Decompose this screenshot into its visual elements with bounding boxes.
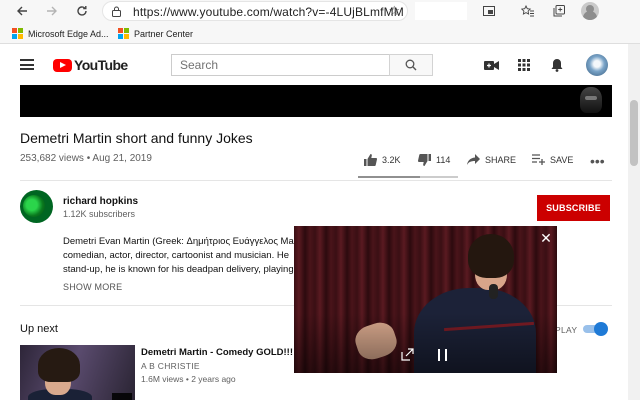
apps-grid-icon[interactable] — [516, 57, 532, 73]
bookmark-label: Partner Center — [134, 28, 194, 39]
favorite-star-icon[interactable]: ☆ — [388, 3, 400, 19]
video-meta: 253,682 views • Aug 21, 2019 — [20, 153, 152, 164]
extension-area — [415, 2, 467, 20]
search-input[interactable] — [172, 55, 389, 75]
add-to-playlist-icon — [532, 154, 545, 165]
youtube-header: YouTube — [0, 44, 628, 85]
save-button[interactable]: SAVE — [532, 154, 573, 165]
thumbs-up-icon — [364, 154, 377, 166]
description-line: Demetri Evan Martin (Greek: Δημήτριος Ευ… — [63, 236, 294, 247]
duration-badge — [112, 393, 132, 400]
like-button[interactable]: 3.2K — [364, 154, 401, 166]
video-title: Demetri Martin short and funny Jokes — [20, 130, 253, 146]
recommended-video-channel[interactable]: A B CHRISTIE — [141, 361, 200, 371]
youtube-logo-text: YouTube — [74, 57, 128, 73]
microsoft-logo-icon — [118, 28, 129, 39]
bookmark-partner-center[interactable]: Partner Center — [118, 26, 193, 41]
recommended-video-title[interactable]: Demetri Martin - Comedy GOLD!!! — [141, 347, 293, 358]
thumbs-down-icon — [418, 154, 431, 166]
profile-icon[interactable] — [581, 2, 599, 20]
like-count: 3.2K — [382, 155, 401, 165]
up-next-heading: Up next — [20, 323, 58, 335]
more-actions-icon[interactable]: ••• — [590, 153, 605, 169]
browser-window: https://www.youtube.com/watch?v=-4LUjBLm… — [0, 0, 640, 400]
autoplay-label: PLAY — [555, 325, 578, 335]
address-bar[interactable]: https://www.youtube.com/watch?v=-4LUjBLm… — [102, 1, 408, 21]
divider — [20, 180, 612, 181]
controls-shade — [294, 313, 557, 373]
video-description: Demetri Evan Martin (Greek: Δημήτριος Ευ… — [63, 235, 303, 277]
thumbnail-figure-hair — [38, 348, 80, 382]
expand-icon[interactable] — [401, 348, 414, 361]
share-label: SHARE — [485, 154, 517, 165]
performer-hair — [468, 234, 514, 278]
channel-name[interactable]: richard hopkins — [63, 196, 138, 207]
dislike-button[interactable]: 114 — [418, 154, 450, 166]
back-arrow-icon[interactable] — [12, 2, 32, 20]
search-box — [171, 54, 390, 76]
save-label: SAVE — [550, 154, 574, 165]
video-player[interactable] — [20, 85, 612, 117]
mini-player[interactable]: ✕ — [294, 226, 557, 373]
subscribe-button[interactable]: SUBSCRIBE — [537, 195, 610, 221]
create-video-icon[interactable] — [483, 57, 499, 73]
autoplay-toggle[interactable] — [582, 322, 608, 336]
dislike-count: 114 — [436, 155, 451, 165]
refresh-icon[interactable] — [72, 2, 92, 20]
picture-in-picture-icon[interactable] — [480, 2, 498, 20]
forward-arrow-icon[interactable] — [42, 2, 62, 20]
lock-icon — [112, 6, 121, 17]
like-dislike-ratio-bar — [358, 176, 458, 178]
share-button[interactable]: SHARE — [467, 154, 516, 165]
bookmark-microsoft-edge[interactable]: Microsoft Edge Ad... — [12, 26, 109, 41]
avatar[interactable] — [586, 54, 608, 76]
description-line: comedian, actor, director, cartoonist an… — [63, 250, 290, 261]
url-text: https://www.youtube.com/watch?v=-4LUjBLm… — [133, 5, 404, 19]
youtube-play-logo-icon — [53, 58, 72, 72]
pause-icon[interactable] — [438, 349, 447, 361]
browser-toolbar: https://www.youtube.com/watch?v=-4LUjBLm… — [0, 0, 640, 23]
collections-icon[interactable] — [550, 2, 568, 20]
search-icon — [405, 59, 417, 71]
show-more-button[interactable]: SHOW MORE — [63, 282, 122, 292]
notifications-bell-icon[interactable] — [549, 57, 565, 73]
page-scrollbar[interactable] — [628, 44, 640, 400]
recommended-video-thumbnail[interactable] — [20, 345, 135, 400]
close-icon[interactable]: ✕ — [539, 231, 553, 245]
youtube-logo[interactable]: YouTube — [53, 57, 128, 73]
subscriber-count: 1.12K subscribers — [63, 209, 136, 219]
like-ratio-fill — [358, 176, 420, 178]
recommended-video-meta: 1.6M views • 2 years ago — [141, 374, 236, 384]
menu-icon[interactable] — [20, 59, 34, 70]
bookmarks-bar: Microsoft Edge Ad... Partner Center — [0, 23, 640, 44]
microphone — [489, 284, 498, 299]
bookmark-label: Microsoft Edge Ad... — [28, 28, 109, 39]
search-button[interactable] — [389, 54, 433, 76]
scrollbar-thumb[interactable] — [630, 100, 638, 166]
description-line: stand-up, he is known for his deadpan de… — [63, 264, 294, 275]
share-icon — [467, 154, 480, 165]
player-overlay-face — [580, 87, 602, 113]
microsoft-logo-icon — [12, 28, 23, 39]
channel-avatar[interactable] — [20, 190, 53, 223]
toggle-knob — [594, 322, 608, 336]
favorites-list-icon[interactable] — [518, 2, 536, 20]
